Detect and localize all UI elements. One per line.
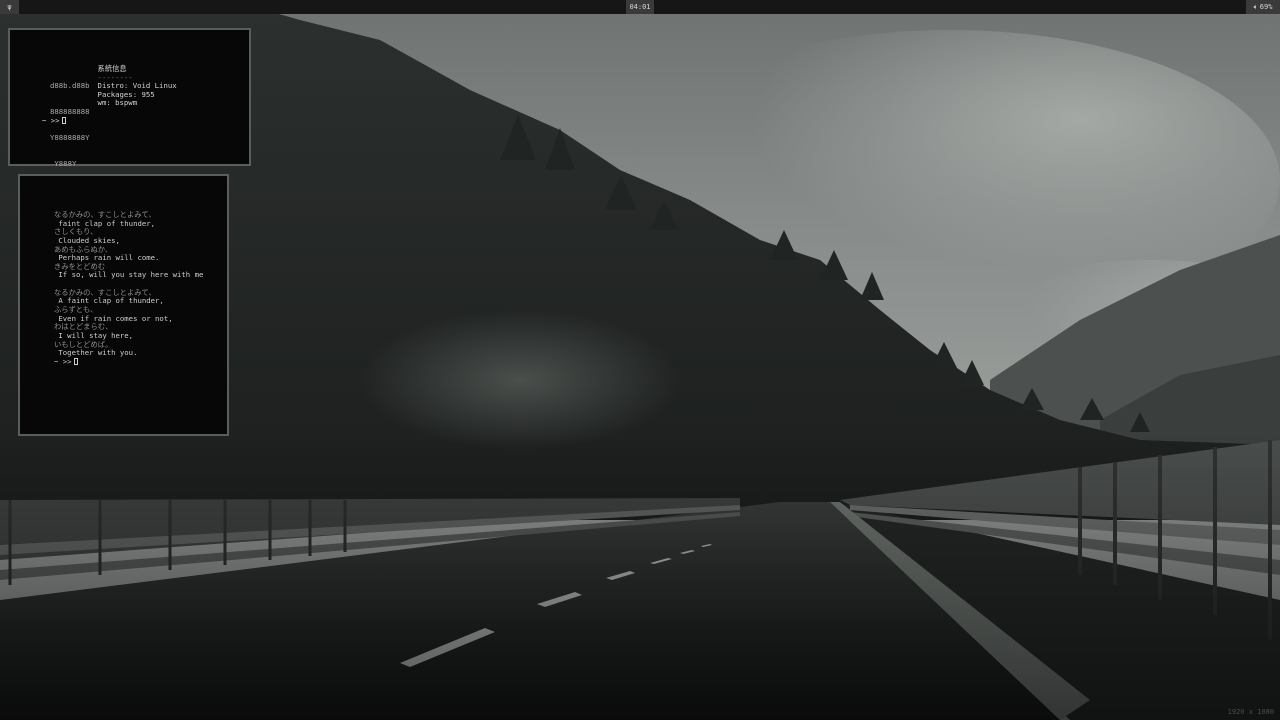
shell-prompt[interactable]: ~ >> <box>54 356 203 367</box>
art-line: Y8888888Y <box>50 132 90 142</box>
fetch-wm: wm: bspwm <box>97 98 138 108</box>
text-cursor <box>73 357 78 365</box>
art-line: d88b.d88b <box>50 81 90 91</box>
prompt-text: ~ >> <box>42 116 60 125</box>
terminal-poem[interactable]: なるかみの、すこしとよみて、 faint clap of thunder, さし… <box>18 174 229 436</box>
prompt-text: ~ >> <box>54 356 72 366</box>
workspace-indicator[interactable]: ψ <box>0 0 19 14</box>
volume-level: 69% <box>1259 3 1273 11</box>
poem-line: Together with you. <box>54 348 138 358</box>
volume-status[interactable]: 🔈︎ 69% <box>1246 0 1280 14</box>
resolution-watermark: 1920 x 1080 <box>1227 708 1274 716</box>
top-bar: ψ 04:01 🔈︎ 69% <box>0 0 1280 14</box>
text-cursor <box>61 117 66 124</box>
poem-line: If so, will you stay here with me <box>54 270 204 280</box>
terminal-fetch[interactable]: d88b.d88b 888888888 Y8888888Y Y888Y Y 系統… <box>8 28 251 193</box>
poem-text: なるかみの、すこしとよみて、 faint clap of thunder, さし… <box>54 210 204 367</box>
art-line: Y888Y <box>50 158 77 168</box>
speaker-icon: 🔈︎ <box>1253 3 1258 11</box>
clock: 04:01 <box>626 0 654 14</box>
shell-prompt[interactable]: ~ >> <box>42 116 66 126</box>
